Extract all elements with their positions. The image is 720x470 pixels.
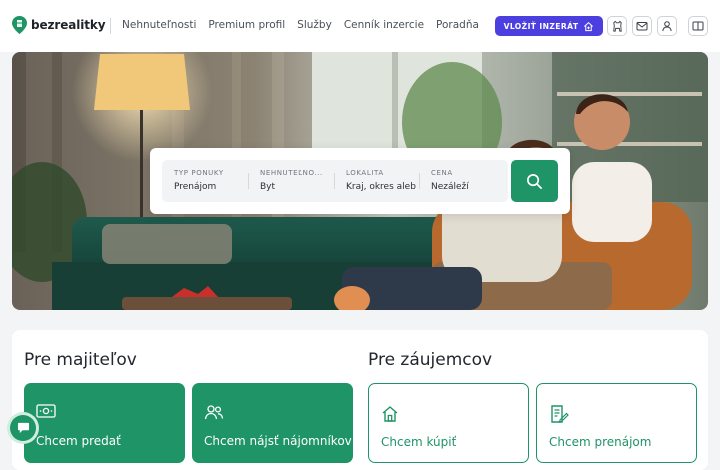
nav-item-poradna[interactable]: Poradňa	[436, 19, 479, 31]
location-label: LOKALITA	[346, 169, 384, 177]
owners-title: Pre majiteľov	[24, 350, 137, 370]
menu-button[interactable]	[688, 16, 708, 36]
house-plus-icon	[584, 21, 594, 31]
price-select[interactable]: CENA Nezáleží	[431, 160, 503, 202]
card-want-to-buy[interactable]: Chcem kúpiť	[368, 383, 529, 463]
main-nav: Nehnuteľnosti Premium profil Služby Cenn…	[122, 19, 479, 31]
nav-item-cennik-inzercie[interactable]: Cenník inzercie	[344, 19, 424, 31]
pets-button[interactable]	[607, 16, 627, 36]
seekers-title: Pre záujemcov	[368, 350, 493, 370]
location-input[interactable]: LOKALITA Kraj, okres aleb	[346, 160, 418, 202]
search-form: TYP PONUKY Prenájom NEHNUTEĽNO... Byt LO…	[150, 148, 570, 214]
menu-icon	[692, 21, 704, 31]
messages-button[interactable]	[632, 16, 652, 36]
field-divider	[248, 173, 249, 189]
chat-bubble-icon	[17, 422, 29, 434]
card-find-tenants[interactable]: Chcem nájsť nájomníkov	[192, 383, 353, 463]
add-listing-label: VLOŽIŤ INZERÁT	[503, 21, 579, 31]
property-type-value: Byt	[260, 182, 276, 192]
nav-item-nehnutelnosti[interactable]: Nehnuteľnosti	[122, 19, 196, 31]
card-want-to-rent-label: Chcem prenájom	[549, 435, 652, 449]
logo-pin-icon	[12, 16, 27, 34]
search-button[interactable]	[511, 160, 558, 202]
dog-icon	[612, 20, 622, 32]
location-placeholder: Kraj, okres aleb	[346, 182, 416, 192]
field-divider	[334, 173, 335, 189]
card-find-tenants-label: Chcem nájsť nájomníkov	[204, 434, 352, 448]
card-want-to-rent[interactable]: Chcem prenájom	[536, 383, 697, 463]
mail-icon	[636, 22, 648, 31]
nav-item-premium-profil[interactable]: Premium profil	[208, 19, 285, 31]
price-label: CENA	[431, 169, 453, 177]
account-button[interactable]	[657, 16, 677, 36]
people-icon	[204, 405, 224, 420]
property-type-label: NEHNUTEĽNO...	[260, 169, 323, 177]
user-icon	[662, 21, 672, 32]
nav-item-sluzby[interactable]: Služby	[297, 19, 332, 31]
add-listing-button[interactable]: VLOŽIŤ INZERÁT	[495, 16, 603, 36]
field-divider	[419, 173, 420, 189]
offer-type-label: TYP PONUKY	[174, 169, 224, 177]
house-icon	[382, 406, 398, 422]
site-header: bezrealitky Nehnuteľnosti Premium profil…	[0, 0, 720, 52]
card-want-to-sell[interactable]: Chcem predať	[24, 383, 185, 463]
price-value: Nezáleží	[431, 182, 469, 192]
search-icon	[527, 173, 542, 189]
card-want-to-sell-label: Chcem predať	[36, 434, 121, 448]
brand-name: bezrealitky	[31, 18, 106, 32]
contract-icon	[551, 405, 569, 423]
offer-type-value: Prenájom	[174, 182, 217, 192]
search-fields: TYP PONUKY Prenájom NEHNUTEĽNO... Byt LO…	[162, 160, 508, 202]
brand-logo[interactable]: bezrealitky	[12, 16, 106, 34]
offer-type-select[interactable]: TYP PONUKY Prenájom	[174, 160, 246, 202]
money-icon	[36, 404, 56, 418]
card-want-to-buy-label: Chcem kúpiť	[381, 435, 457, 449]
chat-button[interactable]	[10, 415, 36, 441]
property-type-select[interactable]: NEHNUTEĽNO... Byt	[260, 160, 332, 202]
header-divider	[110, 18, 111, 34]
